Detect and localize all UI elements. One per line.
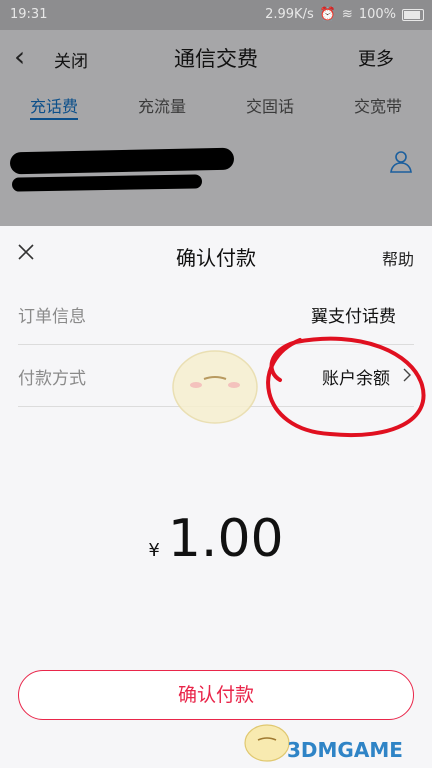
sheet-title: 确认付款: [176, 246, 256, 270]
network-speed: 2.99K/s: [265, 7, 314, 22]
tab-recharge-call[interactable]: 充话费: [30, 93, 78, 117]
app-background: ‹ 关闭 通信交费 更多 充话费 充流量 交固话 交宽带: [0, 30, 432, 226]
tab-active-indicator: [30, 118, 78, 120]
wifi-icon: ≋: [341, 7, 353, 22]
payment-method-value: 账户余额: [322, 369, 390, 389]
chevron-right-icon: [403, 368, 411, 382]
status-bar: 19:31 2.99K/s ⏰ ≋ 100%: [0, 0, 432, 30]
amount-value: 1.00: [167, 509, 284, 569]
more-button[interactable]: 更多: [358, 45, 394, 71]
svg-text:3DMGAME: 3DMGAME: [287, 738, 403, 762]
help-link[interactable]: 帮助: [382, 246, 414, 270]
tab-bar: 充话费 充流量 交固话 交宽带: [0, 90, 432, 122]
redaction-mark: [9, 147, 235, 175]
payment-method-label: 付款方式: [18, 369, 86, 389]
tab-recharge-data[interactable]: 充流量: [138, 93, 186, 117]
mascot-watermark-icon: [172, 350, 258, 424]
status-indicators: 2.99K/s ⏰ ≋ 100%: [265, 7, 424, 22]
tab-broadband[interactable]: 交宽带: [354, 93, 402, 117]
3dmgame-logo-icon: 3DMGAME: [287, 738, 403, 762]
battery-percent: 100%: [358, 7, 396, 22]
tab-fixed-line[interactable]: 交固话: [246, 93, 294, 117]
contact-icon[interactable]: [388, 148, 414, 174]
payment-sheet: 确认付款 帮助 订单信息 翼支付话费 付款方式 账户余额 ¥1.00 确认付款: [0, 226, 432, 768]
top-nav: ‹ 关闭 通信交费 更多: [0, 30, 432, 86]
currency-symbol: ¥: [148, 540, 160, 561]
status-time: 19:31: [10, 7, 48, 22]
alarm-icon: ⏰: [319, 7, 336, 22]
confirm-payment-button[interactable]: 确认付款: [18, 670, 414, 720]
order-info-label: 订单信息: [18, 307, 86, 327]
payment-amount: ¥1.00: [0, 509, 432, 569]
order-info-value: 翼支付话费: [311, 307, 396, 327]
battery-icon: [402, 8, 424, 21]
redaction-mark: [11, 174, 203, 192]
